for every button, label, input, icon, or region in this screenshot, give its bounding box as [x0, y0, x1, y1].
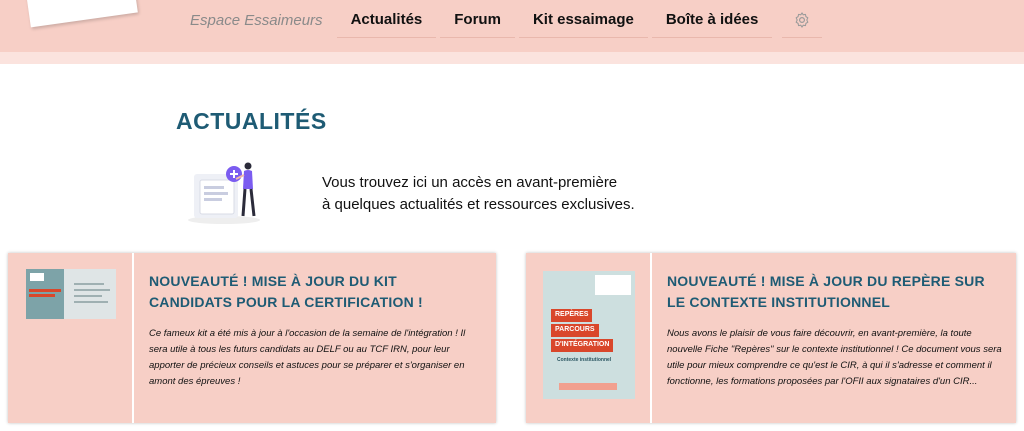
card-description: Ce fameux kit a été mis à jour à l'occas… [149, 328, 466, 387]
thumbnail-subtitle: Contexte institutionnel [557, 357, 612, 363]
top-navigation-bar: Espace Essaimeurs Actualités Forum Kit e… [0, 0, 1024, 52]
card-title[interactable]: NOUVEAUTÉ ! MISE À JOUR DU KIT CANDIDATS… [149, 271, 484, 313]
intro-line-2: à quelques actualités et ressources excl… [322, 196, 635, 213]
card-description: Nous avons le plaisir de vous faire déco… [667, 328, 1002, 387]
news-card-kit-candidats[interactable]: NOUVEAUTÉ ! MISE À JOUR DU KIT CANDIDATS… [8, 253, 496, 423]
nav-item-actualites[interactable]: Actualités [336, 2, 437, 38]
news-card-repere-institutionnel[interactable]: REPÈRES PARCOURS D'INTÉGRATION Contexte … [526, 253, 1016, 423]
news-illustration [186, 160, 266, 226]
header-divider [0, 52, 1024, 64]
thumbnail-tag: PARCOURS [551, 324, 599, 337]
card-thumbnail-column [8, 253, 134, 423]
page-title: ACTUALITÉS [176, 108, 327, 134]
thumbnail-tag: D'INTÉGRATION [551, 339, 614, 352]
nav-item-kit-essaimage[interactable]: Kit essaimage [518, 2, 648, 38]
intro-text: Vous trouvez ici un accès en avant-premi… [322, 172, 635, 216]
thumbnail-tag: REPÈRES [551, 309, 593, 322]
intro-line-1: Vous trouvez ici un accès en avant-premi… [322, 174, 618, 191]
kit-candidats-thumbnail[interactable] [26, 269, 116, 319]
card-title[interactable]: NOUVEAUTÉ ! MISE À JOUR DU REPÈRE SUR LE… [667, 271, 1004, 313]
nav-brand-espace-essaimeurs[interactable]: Espace Essaimeurs [190, 12, 323, 29]
repere-thumbnail[interactable]: REPÈRES PARCOURS D'INTÉGRATION Contexte … [543, 271, 635, 399]
card-thumbnail-column: REPÈRES PARCOURS D'INTÉGRATION Contexte … [526, 253, 652, 423]
nav-item-forum[interactable]: Forum [440, 2, 515, 38]
nav-item-boite-a-idees[interactable]: Boîte à idées [651, 2, 773, 38]
site-logo[interactable] [26, 0, 138, 28]
main-nav: Espace Essaimeurs Actualités Forum Kit e… [190, 0, 823, 40]
gear-icon[interactable] [782, 2, 823, 38]
